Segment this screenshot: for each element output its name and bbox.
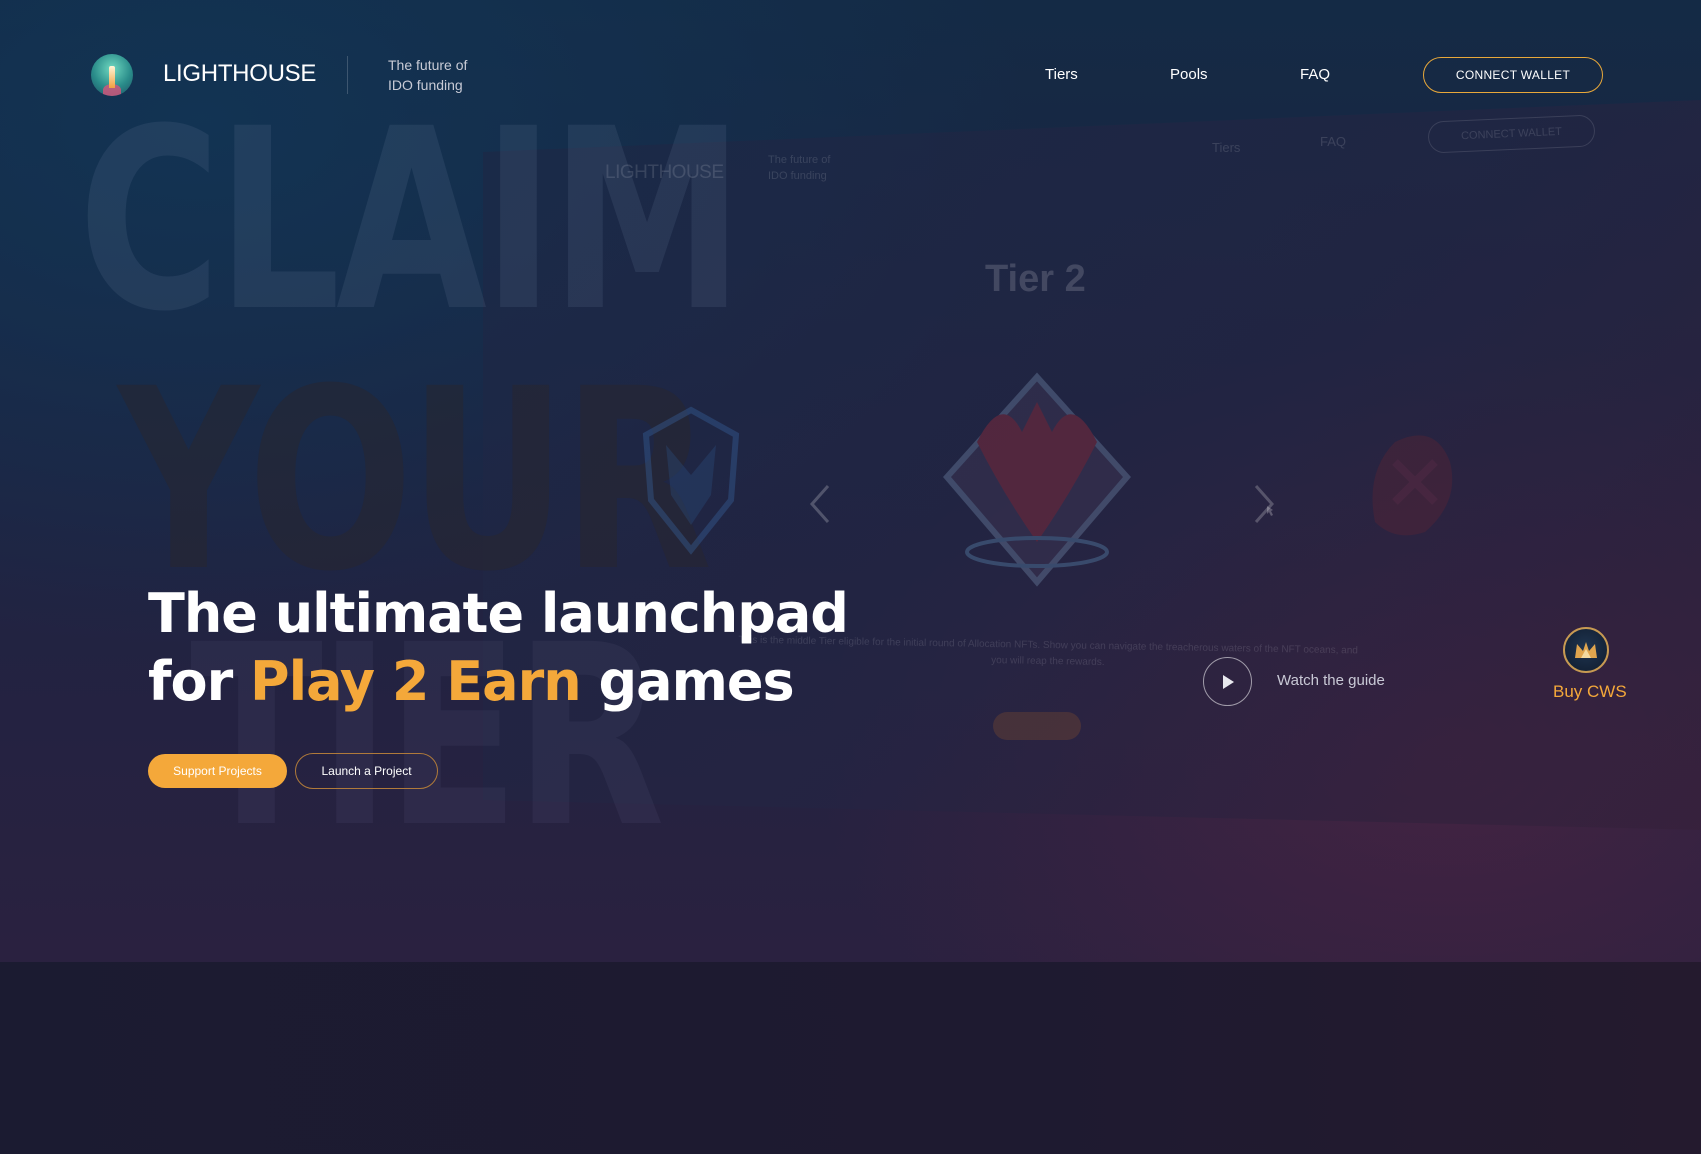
carousel-prev-chevron-left-icon[interactable] bbox=[808, 482, 832, 526]
tagline-line1: The future of bbox=[388, 57, 468, 73]
nav-pools[interactable]: Pools bbox=[1170, 66, 1208, 83]
headline-for: for bbox=[148, 650, 251, 713]
preview-tagline-line1: The future of bbox=[768, 154, 831, 166]
nav-faq[interactable]: FAQ bbox=[1300, 66, 1330, 83]
tier-emblem-center-icon bbox=[943, 372, 1131, 587]
buy-cws-link[interactable]: Buy CWS bbox=[1553, 682, 1627, 702]
header-divider bbox=[347, 56, 348, 94]
headline-line1: The ultimate launchpad bbox=[148, 582, 849, 645]
bg-word-your: YOUR bbox=[118, 335, 712, 626]
logo-text[interactable]: LIGHTHOUSE bbox=[163, 60, 316, 88]
footer-band bbox=[0, 962, 1701, 1154]
tier-emblem-right-icon bbox=[1372, 435, 1453, 536]
hero-headline: The ultimate launchpad for Play 2 Earn ga… bbox=[148, 580, 849, 716]
nav-tiers[interactable]: Tiers bbox=[1045, 66, 1078, 83]
launch-project-button[interactable]: Launch a Project bbox=[295, 753, 438, 789]
crown-icon bbox=[1575, 642, 1597, 658]
preview-tier-button bbox=[993, 712, 1081, 740]
play-icon bbox=[1222, 674, 1234, 689]
watch-guide-label[interactable]: Watch the guide bbox=[1277, 672, 1385, 689]
headline-end: games bbox=[580, 650, 794, 713]
support-projects-button[interactable]: Support Projects bbox=[148, 754, 287, 788]
site-header: LIGHTHOUSE The future of IDO funding Tie… bbox=[0, 0, 1701, 150]
tier-emblem-left-icon bbox=[642, 406, 740, 555]
cws-coin-icon[interactable] bbox=[1563, 627, 1609, 673]
headline-accent: Play 2 Earn bbox=[250, 650, 582, 713]
connect-wallet-button[interactable]: CONNECT WALLET bbox=[1423, 57, 1603, 93]
tagline-line2: IDO funding bbox=[388, 77, 463, 93]
preview-logo-text: LIGHTHOUSE bbox=[605, 162, 724, 183]
preview-tagline-line2: IDO funding bbox=[768, 170, 827, 182]
preview-tagline: The future of IDO funding bbox=[768, 152, 848, 184]
lighthouse-icon[interactable] bbox=[91, 54, 133, 96]
preview-tier-title: Tier 2 bbox=[985, 258, 1086, 300]
header-tagline: The future of IDO funding bbox=[388, 55, 467, 95]
carousel-next-chevron-right-icon[interactable] bbox=[1250, 482, 1280, 526]
watch-guide-button[interactable] bbox=[1203, 657, 1252, 706]
